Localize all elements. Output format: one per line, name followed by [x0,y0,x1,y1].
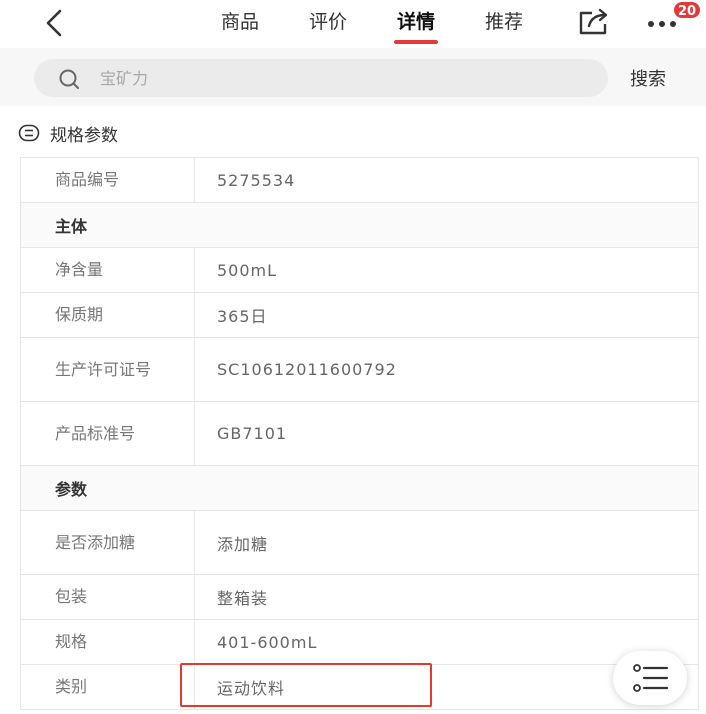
top-nav-bar: 商品 评价 详情 推荐 20 [0,0,706,48]
spec-key: 是否添加糖 [20,510,195,575]
spec-value: 添加糖 [194,510,699,575]
table-row: 类别 运动饮料 [20,664,699,710]
search-button[interactable]: 搜索 [630,65,666,91]
table-row: 商品编号 5275534 [20,157,699,203]
table-group-row: 主体 [20,202,699,248]
spec-table: 商品编号 5275534 主体 净含量 500mL 保质期 365日 生产许可证… [20,157,699,710]
spec-group-main: 主体 [20,202,699,248]
spec-value: 整箱装 [194,574,699,620]
spec-key: 商品编号 [20,157,195,203]
section-title: 规格参数 [50,125,118,146]
spec-value: 500mL [194,247,699,293]
spec-value: GB7101 [194,401,699,466]
spec-key: 净含量 [20,247,195,293]
spec-list-icon [18,124,40,142]
table-row: 包装 整箱装 [20,574,699,620]
search-bar: 搜索 [0,48,706,106]
spec-key: 规格 [20,619,195,665]
tab-reviews[interactable]: 评价 [284,8,372,42]
table-row: 保质期 365日 [20,292,699,338]
spec-group-params: 参数 [20,465,699,511]
floating-menu-button[interactable] [613,651,687,705]
notification-badge: 20 [672,0,703,20]
table-group-row: 参数 [20,465,699,511]
spec-value: 365日 [194,292,699,338]
spec-key: 类别 [20,664,195,710]
spec-key: 保质期 [20,292,195,338]
table-row: 产品标准号 GB7101 [20,401,699,466]
table-row: 规格 401-600mL [20,619,699,665]
spec-value: 5275534 [194,157,699,203]
spec-section-header: 规格参数 [18,121,118,146]
table-row: 是否添加糖 添加糖 [20,510,699,575]
spec-key: 包装 [20,574,195,620]
search-icon [59,69,79,89]
table-row: 净含量 500mL [20,247,699,293]
tab-bar: 商品 评价 详情 推荐 [196,8,548,44]
table-row: 生产许可证号 SC10612011600792 [20,337,699,402]
share-icon[interactable] [576,7,612,37]
spec-key: 生产许可证号 [20,337,195,402]
list-menu-icon [633,664,669,692]
spec-value: SC10612011600792 [194,337,699,402]
back-arrow-icon[interactable] [38,6,72,40]
tab-recommend[interactable]: 推荐 [460,8,548,42]
spec-key: 产品标准号 [20,401,195,466]
tab-details[interactable]: 详情 [372,8,460,44]
search-input[interactable] [100,59,580,97]
tab-product[interactable]: 商品 [196,8,284,42]
search-box[interactable] [34,59,608,97]
